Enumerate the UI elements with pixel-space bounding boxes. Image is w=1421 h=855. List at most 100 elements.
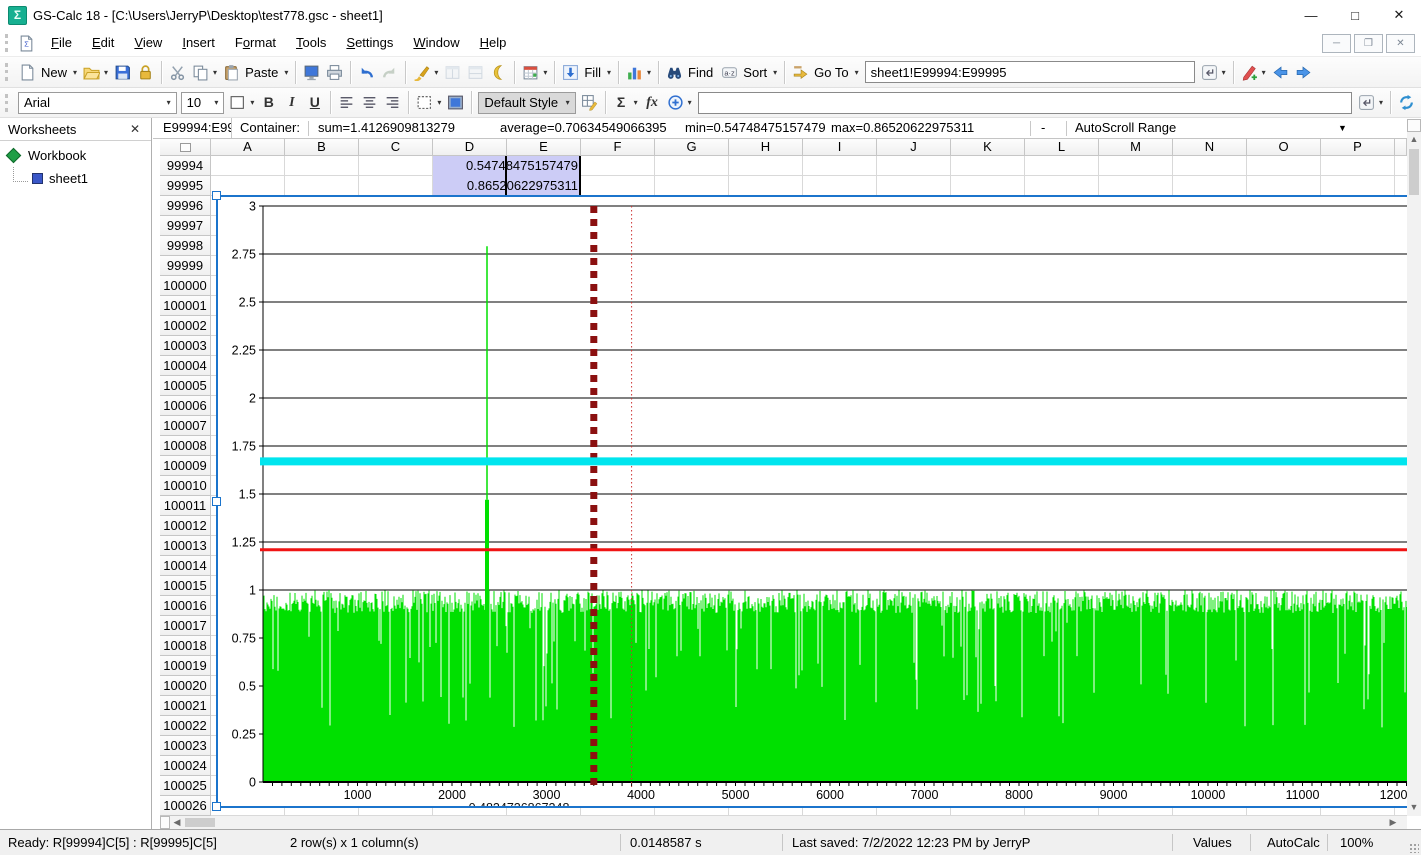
menu-format[interactable]: Format: [225, 31, 286, 55]
navigate-back-button[interactable]: [1269, 60, 1292, 85]
row-header-100005[interactable]: 100005: [160, 376, 211, 396]
fill-button[interactable]: Fill▾: [559, 60, 614, 85]
format-painter-button[interactable]: ▾: [410, 60, 441, 85]
background-color-button[interactable]: [444, 90, 467, 115]
align-center-button[interactable]: [358, 90, 381, 115]
select-all-corner[interactable]: [160, 139, 211, 156]
menu-file[interactable]: File: [41, 31, 82, 55]
chevron-down-icon[interactable]: ▾: [855, 68, 859, 77]
enter-range-button[interactable]: ▾: [1198, 60, 1229, 85]
chevron-down-icon[interactable]: ▾: [437, 98, 441, 107]
chevron-down-icon[interactable]: ▾: [607, 68, 611, 77]
scroll-right-icon[interactable]: ▶: [1386, 816, 1400, 829]
highlight-marker-button[interactable]: ▾: [1238, 60, 1269, 85]
row-header-100002[interactable]: 100002: [160, 316, 211, 336]
row-header-100006[interactable]: 100006: [160, 396, 211, 416]
chevron-down-icon[interactable]: ▾: [1379, 98, 1383, 107]
vertical-split-box[interactable]: [1407, 119, 1421, 132]
row-header-100012[interactable]: 100012: [160, 516, 211, 536]
goto-button[interactable]: Go To▾: [789, 60, 861, 85]
split-vertical-button[interactable]: [441, 60, 464, 85]
row-header-100010[interactable]: 100010: [160, 476, 211, 496]
column-header-B[interactable]: B: [285, 139, 359, 156]
menu-settings[interactable]: Settings: [336, 31, 403, 55]
copy-button[interactable]: ▾: [189, 60, 220, 85]
borders-button[interactable]: ▾: [413, 90, 444, 115]
print-preview-button[interactable]: [300, 60, 323, 85]
tree-item-workbook[interactable]: Workbook: [0, 146, 151, 164]
formula-input[interactable]: [698, 92, 1352, 114]
row-header-99998[interactable]: 99998: [160, 236, 211, 256]
column-header-P[interactable]: P: [1321, 139, 1395, 156]
chevron-down-icon[interactable]: ▾: [647, 68, 651, 77]
insert-plus-button[interactable]: ▾: [664, 90, 695, 115]
chevron-down-icon[interactable]: ▾: [634, 98, 638, 107]
chevron-down-icon[interactable]: ▾: [104, 68, 108, 77]
horizontal-split-box[interactable]: [160, 816, 170, 829]
minimize-button[interactable]: —: [1289, 0, 1333, 30]
column-header-D[interactable]: D: [433, 139, 507, 156]
chevron-down-icon[interactable]: ▾: [1262, 68, 1266, 77]
undo-button[interactable]: [355, 60, 378, 85]
sort-button[interactable]: a·zSort▾: [718, 60, 780, 85]
chevron-down-icon[interactable]: ▾: [211, 98, 221, 107]
tree-item-sheet1[interactable]: sheet1: [0, 169, 151, 187]
row-header-100001[interactable]: 100001: [160, 296, 211, 316]
row-header-100013[interactable]: 100013: [160, 536, 211, 556]
column-header-L[interactable]: L: [1025, 139, 1099, 156]
column-header-K[interactable]: K: [951, 139, 1025, 156]
row-header-99999[interactable]: 99999: [160, 256, 211, 276]
row-header-99995[interactable]: 99995: [160, 176, 211, 196]
scroll-down-icon[interactable]: ▼: [1407, 800, 1421, 815]
row-header-100007[interactable]: 100007: [160, 416, 211, 436]
horizontal-scrollbar[interactable]: [160, 816, 1407, 829]
row-header-100024[interactable]: 100024: [160, 756, 211, 776]
chevron-down-icon[interactable]: ▾: [688, 98, 692, 107]
row-header-100008[interactable]: 100008: [160, 436, 211, 456]
chevron-down-icon[interactable]: ▾: [543, 68, 547, 77]
navigate-forward-button[interactable]: [1292, 60, 1315, 85]
font-color-button[interactable]: ▾: [226, 90, 257, 115]
horizontal-scroll-thumb[interactable]: [185, 818, 215, 827]
close-button[interactable]: ✕: [1377, 0, 1421, 30]
recalculate-button[interactable]: [1395, 90, 1418, 115]
night-mode-button[interactable]: [487, 60, 510, 85]
maximize-button[interactable]: □: [1333, 0, 1377, 30]
row-header-100014[interactable]: 100014: [160, 556, 211, 576]
values-mode[interactable]: Values: [1193, 835, 1232, 850]
autocalc-mode[interactable]: AutoCalc: [1267, 835, 1320, 850]
chart-handle-bottom-left[interactable]: [212, 802, 221, 811]
row-header-100000[interactable]: 100000: [160, 276, 211, 296]
chart-object[interactable]: 00.250.50.7511.251.51.7522.252.52.753100…: [217, 196, 1407, 807]
print-button[interactable]: [323, 60, 346, 85]
close-panel-icon[interactable]: ✕: [127, 122, 143, 136]
paste-button[interactable]: Paste▾: [220, 60, 291, 85]
menu-help[interactable]: Help: [470, 31, 517, 55]
column-header-H[interactable]: H: [729, 139, 803, 156]
menubar-grip[interactable]: [5, 34, 11, 52]
row-header-100026[interactable]: 100026: [160, 796, 211, 816]
function-button[interactable]: fx: [641, 90, 664, 115]
scroll-left-icon[interactable]: ◀: [170, 816, 184, 829]
row-header-100022[interactable]: 100022: [160, 716, 211, 736]
calendar-button[interactable]: ▾: [519, 60, 550, 85]
cut-button[interactable]: [166, 60, 189, 85]
bold-button[interactable]: B: [257, 90, 280, 115]
row-header-100003[interactable]: 100003: [160, 336, 211, 356]
row-header-100015[interactable]: 100015: [160, 576, 211, 596]
autosum-button[interactable]: Σ▾: [610, 90, 641, 115]
range-input[interactable]: [865, 61, 1195, 83]
row-header-100023[interactable]: 100023: [160, 736, 211, 756]
chevron-down-icon[interactable]: ▾: [773, 68, 777, 77]
mdi-close-button[interactable]: ✕: [1386, 34, 1415, 53]
find-button[interactable]: Find: [663, 60, 718, 85]
row-header-100009[interactable]: 100009: [160, 456, 211, 476]
row-header-100020[interactable]: 100020: [160, 676, 211, 696]
autoscroll-dropdown-icon[interactable]: ▼: [1338, 123, 1347, 133]
column-header-O[interactable]: O: [1247, 139, 1321, 156]
autoscroll-range-label[interactable]: AutoScroll Range: [1075, 120, 1176, 135]
redo-button[interactable]: [378, 60, 401, 85]
row-header-99997[interactable]: 99997: [160, 216, 211, 236]
column-header-E[interactable]: E: [507, 139, 581, 156]
row-header-100018[interactable]: 100018: [160, 636, 211, 656]
